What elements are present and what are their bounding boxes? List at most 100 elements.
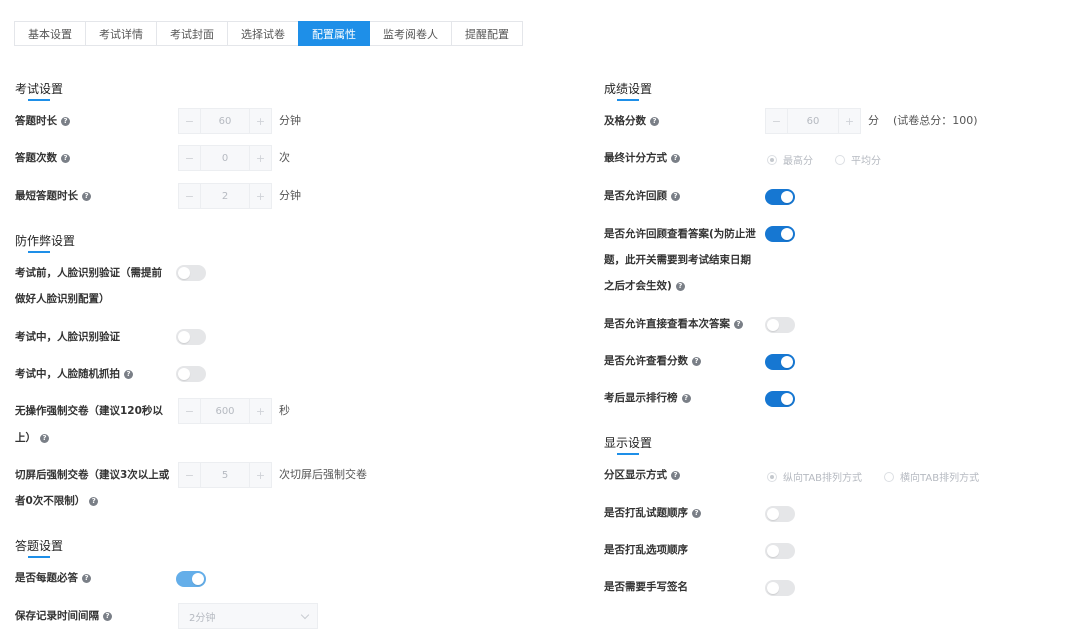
tab-basic[interactable]: 基本设置 <box>14 21 86 46</box>
switch-submit-label-line2: 者0次不限制）? <box>15 486 99 516</box>
tab-exam-details[interactable]: 考试详情 <box>85 21 157 46</box>
minus-icon[interactable]: − <box>179 463 201 487</box>
idle-submit-unit: 秒 <box>279 404 290 417</box>
radio-vertical-tab[interactable]: 纵向TAB排列方式 <box>767 469 862 484</box>
pass-score-label: 及格分数? <box>604 106 659 136</box>
shuffle-questions-label: 是否打乱试题顺序? <box>604 498 701 528</box>
toggle-knob <box>767 545 779 557</box>
radio-highest-label: 最高分 <box>783 156 813 167</box>
help-icon[interactable]: ? <box>89 497 99 506</box>
pass-score-stepper[interactable]: − 60 + <box>765 108 861 134</box>
min-duration-label-text: 最短答题时长 <box>15 190 78 202</box>
help-icon[interactable]: ? <box>671 192 680 201</box>
face-during-toggle[interactable] <box>176 329 206 345</box>
signature-label: 是否需要手写签名 <box>604 581 688 593</box>
help-icon[interactable]: ? <box>671 154 680 163</box>
toggle-knob <box>781 356 793 368</box>
help-icon[interactable]: ? <box>692 357 701 366</box>
final-method-label: 最终计分方式? <box>604 143 680 173</box>
plus-icon[interactable]: + <box>249 184 271 208</box>
view-answer-toggle[interactable] <box>765 317 795 333</box>
attempts-value[interactable]: 0 <box>201 153 249 164</box>
plus-icon[interactable]: + <box>249 399 271 423</box>
minus-icon[interactable]: − <box>179 109 201 133</box>
tab-select-paper[interactable]: 选择试卷 <box>227 21 299 46</box>
radio-dot <box>835 154 845 165</box>
help-icon[interactable]: ? <box>675 282 685 291</box>
duration-value[interactable]: 60 <box>201 116 249 127</box>
help-icon[interactable]: ? <box>61 154 70 163</box>
plus-icon[interactable]: + <box>838 109 860 133</box>
pass-score-value[interactable]: 60 <box>788 116 838 127</box>
minus-icon[interactable]: − <box>179 399 201 423</box>
pass-score-note: (试卷总分：100) <box>893 114 978 127</box>
final-method-radio-group: 最高分 平均分 <box>767 152 903 167</box>
help-icon[interactable]: ? <box>82 192 91 201</box>
minus-icon[interactable]: − <box>179 184 201 208</box>
min-duration-unit: 分钟 <box>279 189 301 202</box>
tab-config-properties[interactable]: 配置属性 <box>298 21 370 46</box>
face-snap-label-text: 考试中，人脸随机抓拍 <box>15 368 120 380</box>
switch-submit-stepper[interactable]: − 5 + <box>178 462 272 488</box>
idle-submit-stepper[interactable]: − 600 + <box>178 398 272 424</box>
partition-label-text: 分区显示方式 <box>604 469 667 481</box>
help-icon[interactable]: ? <box>61 117 70 126</box>
view-answer-label-text: 是否允许直接查看本次答案 <box>604 318 730 330</box>
shuffle-options-toggle[interactable] <box>765 543 795 559</box>
help-icon[interactable]: ? <box>40 434 49 443</box>
idle-submit-label-line2-text: 上） <box>15 432 36 444</box>
min-duration-stepper[interactable]: − 2 + <box>178 183 272 209</box>
tab-bar: 基本设置 考试详情 考试封面 选择试卷 配置属性 监考阅卷人 提醒配置 <box>14 21 523 46</box>
switch-submit-value[interactable]: 5 <box>201 470 249 481</box>
attempts-stepper[interactable]: − 0 + <box>178 145 272 171</box>
view-score-label-text: 是否允许查看分数 <box>604 355 688 367</box>
attempts-label: 答题次数? <box>15 143 70 173</box>
must-answer-toggle[interactable] <box>176 571 206 587</box>
final-method-label-text: 最终计分方式 <box>604 152 667 164</box>
review-answer-toggle[interactable] <box>765 226 795 242</box>
help-icon[interactable]: ? <box>124 370 133 379</box>
min-duration-value[interactable]: 2 <box>201 191 249 202</box>
toggle-knob <box>178 331 190 343</box>
partition-radio-group: 纵向TAB排列方式 横向TAB排列方式 <box>767 469 1001 484</box>
plus-icon[interactable]: + <box>249 146 271 170</box>
section-title-anticheat: 防作弊设置 <box>15 234 76 253</box>
tab-reminder-config[interactable]: 提醒配置 <box>451 21 523 46</box>
save-interval-value: 2分钟 <box>189 612 216 624</box>
idle-submit-value[interactable]: 600 <box>201 406 249 417</box>
must-answer-label-text: 是否每题必答 <box>15 572 78 584</box>
minus-icon[interactable]: − <box>179 146 201 170</box>
shuffle-questions-label-text: 是否打乱试题顺序 <box>604 507 688 519</box>
save-interval-label-text: 保存记录时间间隔 <box>15 610 99 622</box>
radio-average[interactable]: 平均分 <box>835 152 881 167</box>
help-icon[interactable]: ? <box>681 394 691 403</box>
leaderboard-toggle[interactable] <box>765 391 795 407</box>
help-icon[interactable]: ? <box>103 612 112 621</box>
radio-highest[interactable]: 最高分 <box>767 152 813 167</box>
help-icon[interactable]: ? <box>734 320 743 329</box>
toggle-knob <box>178 368 190 380</box>
allow-review-toggle[interactable] <box>765 189 795 205</box>
attempts-label-text: 答题次数 <box>15 152 57 164</box>
view-score-toggle[interactable] <box>765 354 795 370</box>
tab-exam-cover[interactable]: 考试封面 <box>156 21 228 46</box>
shuffle-questions-toggle[interactable] <box>765 506 795 522</box>
minus-icon[interactable]: − <box>766 109 788 133</box>
save-interval-select[interactable]: 2分钟 <box>178 603 318 629</box>
plus-icon[interactable]: + <box>249 463 271 487</box>
tab-proctor-grader[interactable]: 监考阅卷人 <box>369 21 452 46</box>
help-icon[interactable]: ? <box>82 574 91 583</box>
duration-stepper[interactable]: − 60 + <box>178 108 272 134</box>
face-before-toggle[interactable] <box>176 265 206 281</box>
view-answer-label: 是否允许直接查看本次答案? <box>604 309 743 339</box>
plus-icon[interactable]: + <box>249 109 271 133</box>
help-icon[interactable]: ? <box>671 471 680 480</box>
radio-vertical-tab-label: 纵向TAB排列方式 <box>783 473 863 484</box>
must-answer-label: 是否每题必答? <box>15 563 91 593</box>
radio-horizontal-tab[interactable]: 横向TAB排列方式 <box>884 469 979 484</box>
help-icon[interactable]: ? <box>692 509 701 518</box>
face-snap-toggle[interactable] <box>176 366 206 382</box>
signature-toggle[interactable] <box>765 580 795 596</box>
help-icon[interactable]: ? <box>650 117 659 126</box>
face-snap-label: 考试中，人脸随机抓拍? <box>15 359 133 389</box>
